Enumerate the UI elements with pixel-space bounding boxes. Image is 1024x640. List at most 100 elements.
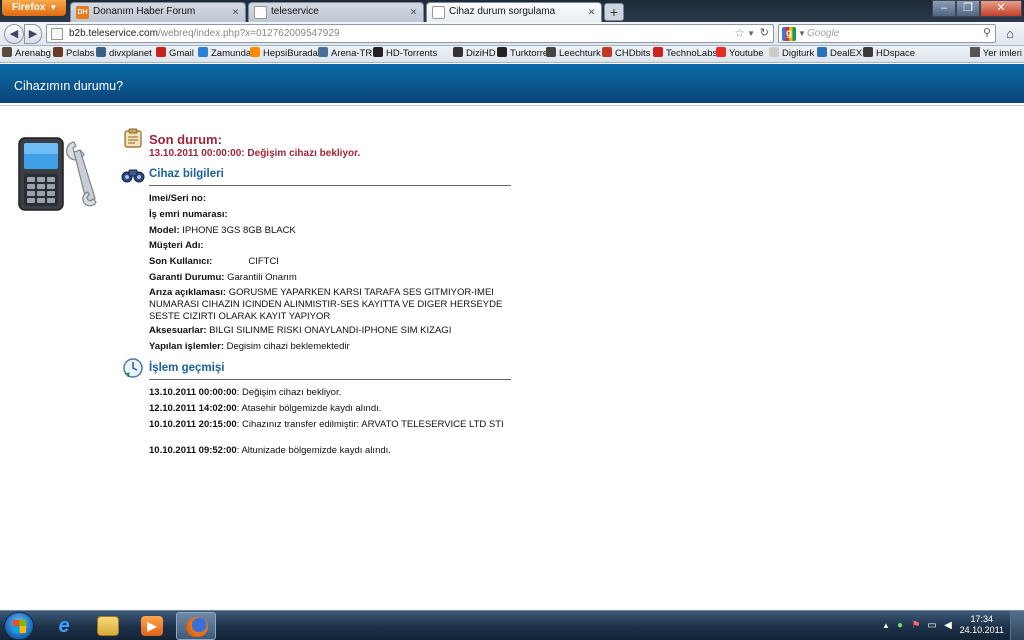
- bookmark-favicon-icon: [817, 47, 827, 57]
- bookmark-label: Leechturk: [559, 48, 601, 59]
- bookmark-favicon-icon: [863, 47, 873, 57]
- network-icon[interactable]: ▭: [926, 620, 938, 632]
- bookmarks-menu-label: Yer imleri: [982, 48, 1022, 59]
- is-emri-row: İş emri numarası:: [149, 209, 511, 221]
- reload-icon[interactable]: ↻: [760, 25, 769, 42]
- bookmark-hdspace[interactable]: HDspace: [863, 46, 915, 62]
- son-kullanici-label: Son Kullanıcı:: [149, 256, 213, 267]
- url-host: b2b.teleservice.com: [69, 28, 158, 39]
- bookmark-label: Digiturk: [782, 48, 815, 59]
- back-button[interactable]: ◀: [4, 24, 24, 44]
- bookmark-youtube[interactable]: Youtube: [716, 46, 764, 62]
- bookmark-label: HepsiBurada: [263, 48, 318, 59]
- site-identity-icon[interactable]: [51, 28, 63, 40]
- tab-teleservice[interactable]: teleservice ✕: [248, 2, 424, 22]
- bookmarks-menu-button[interactable]: Yer imleri: [969, 46, 1022, 62]
- bookmark-leechturk[interactable]: Leechturk: [546, 46, 601, 62]
- bookmark-technolabs[interactable]: TechnoLabs: [653, 46, 717, 62]
- bookmark-pclabs[interactable]: Pclabs: [53, 46, 95, 62]
- bookmark-dealex[interactable]: DealEX: [817, 46, 862, 62]
- bookmark-digiturk[interactable]: Digiturk: [769, 46, 814, 62]
- musteri-label: Müşteri Adı:: [149, 240, 204, 251]
- taskbar-media-player[interactable]: ▶: [132, 612, 172, 640]
- firefox-menu-label: Firefox: [12, 2, 46, 13]
- tab-donanim-haber[interactable]: DH Donanım Haber Forum ✕: [70, 2, 246, 22]
- address-bar[interactable]: b2b.teleservice.com/webreq/index.php?x=0…: [46, 24, 774, 43]
- ariza-row: Arıza açıklaması: GORUSME YAPARKEN KARSI…: [149, 287, 511, 323]
- ie-icon: e: [58, 615, 70, 637]
- web-page: Cihazımın durumu? Son durum: 13.10.2011 …: [0, 63, 1024, 610]
- show-desktop-button[interactable]: [1010, 611, 1024, 640]
- close-tab-icon[interactable]: ✕: [230, 7, 241, 18]
- ariza-label: Arıza açıklaması:: [149, 287, 227, 298]
- tab-cihaz-durum[interactable]: Cihaz durum sorgulama ✕: [426, 2, 602, 22]
- bookmark-gmail[interactable]: Gmail: [156, 46, 194, 62]
- google-icon[interactable]: g: [782, 27, 796, 41]
- bookmark-label: Pclabs: [66, 48, 95, 59]
- tab-bar: Firefox ▼ DH Donanım Haber Forum ✕ telese…: [0, 0, 1024, 22]
- forward-button[interactable]: ▶: [24, 24, 42, 44]
- history-text: : Altunizade bölgemizde kaydı alındı.: [236, 445, 391, 456]
- bookmark-favicon-icon: [769, 47, 779, 57]
- url-text[interactable]: b2b.teleservice.com/webreq/index.php?x=0…: [69, 25, 340, 42]
- son-durum-value: 13.10.2011 00:00:00: Değişim cihazı bekl…: [149, 148, 361, 159]
- bookmark-label: TechnoLabs: [666, 48, 718, 59]
- bookmark-label: CHDbits: [615, 48, 651, 59]
- history-time: 10.10.2011 09:52:00: [149, 445, 237, 456]
- firefox-menu-button[interactable]: Firefox ▼: [2, 0, 66, 16]
- musteri-row: Müşteri Adı:: [149, 240, 511, 252]
- aksesuar-row: Aksesuarlar: BILGI SILINME RISKI ONAYLAN…: [149, 325, 511, 337]
- model-row: Model: IPHONE 3GS 8GB BLACK: [149, 225, 511, 237]
- history-time: 10.10.2011 20:15:00: [149, 419, 237, 430]
- page-title: Cihazımın durumu?: [14, 79, 124, 93]
- bookmark-dizihd[interactable]: DiziHD: [453, 46, 496, 62]
- navigation-bar: ◀ ▶ b2b.teleservice.com/webreq/index.php…: [0, 22, 1024, 46]
- search-bar[interactable]: g ▼ Google ⚲: [778, 24, 996, 43]
- bookmark-favicon-icon: [53, 47, 63, 57]
- yapilan-label: Yapılan işlemler:: [149, 341, 224, 352]
- url-history-dropdown-icon[interactable]: ▼: [747, 25, 755, 42]
- tab-label: Donanım Haber Forum: [93, 6, 196, 17]
- history-item: 10.10.2011 20:15:00: Cihazınız transfer …: [149, 419, 511, 431]
- search-icon[interactable]: ⚲: [983, 25, 991, 42]
- close-tab-icon[interactable]: ✕: [586, 7, 597, 18]
- close-window-button[interactable]: ✕: [980, 0, 1022, 17]
- bookmark-favicon-icon: [653, 47, 663, 57]
- close-tab-icon[interactable]: ✕: [408, 7, 419, 18]
- tray-expand-icon[interactable]: ▲: [880, 620, 892, 632]
- bookmark-label: Gmail: [169, 48, 194, 59]
- windows-logo-icon: [13, 620, 26, 633]
- new-tab-button[interactable]: +: [604, 3, 624, 21]
- yapilan-row: Yapılan işlemler: Degisim cihazi bekleme…: [149, 341, 511, 353]
- bookmark-favicon-icon: [453, 47, 463, 57]
- volume-icon[interactable]: ◀: [942, 620, 954, 632]
- minimize-button[interactable]: –: [932, 0, 956, 17]
- taskbar-explorer[interactable]: [88, 612, 128, 640]
- home-icon[interactable]: ⌂: [1000, 25, 1020, 43]
- restore-button[interactable]: ❐: [956, 0, 980, 17]
- security-icon[interactable]: ●: [894, 620, 906, 632]
- search-engine-dropdown-icon[interactable]: ▼: [798, 25, 806, 42]
- garanti-row: Garanti Durumu: Garantili Onarım: [149, 272, 511, 284]
- history-text: : Atasehir bölgemizde kaydı alındı.: [236, 403, 382, 414]
- bookmark-chdbits[interactable]: CHDbits: [602, 46, 650, 62]
- action-center-icon[interactable]: ⚑: [910, 620, 922, 632]
- start-button[interactable]: [4, 612, 34, 640]
- bookmark-favicon-icon: [497, 47, 507, 57]
- taskbar-ie[interactable]: e: [44, 612, 84, 640]
- son-kullanici-row: Son Kullanıcı: CIFTCI: [149, 256, 511, 268]
- clock[interactable]: 17:34 24.10.2011: [960, 614, 1004, 636]
- window-controls: – ❐ ✕: [932, 0, 1022, 17]
- device-section-title: Cihaz bilgileri: [149, 168, 224, 180]
- model-label: Model:: [149, 225, 180, 236]
- bookmark-star-icon[interactable]: ☆: [734, 25, 745, 42]
- bookmark-arenabg[interactable]: Arenabg: [2, 46, 51, 62]
- taskbar-firefox[interactable]: [176, 612, 216, 640]
- bookmark-zamunda[interactable]: Zamunda: [198, 46, 251, 62]
- bookmark-hd-torrents[interactable]: HD-Torrents: [373, 46, 437, 62]
- bookmark-arena-tr[interactable]: Arena-TR: [318, 46, 372, 62]
- dh-icon: DH: [76, 6, 89, 19]
- binoculars-icon: [121, 169, 145, 183]
- bookmark-divxplanet[interactable]: divxplanet: [96, 46, 152, 62]
- bookmark-hepsiburada[interactable]: HepsiBurada: [250, 46, 318, 62]
